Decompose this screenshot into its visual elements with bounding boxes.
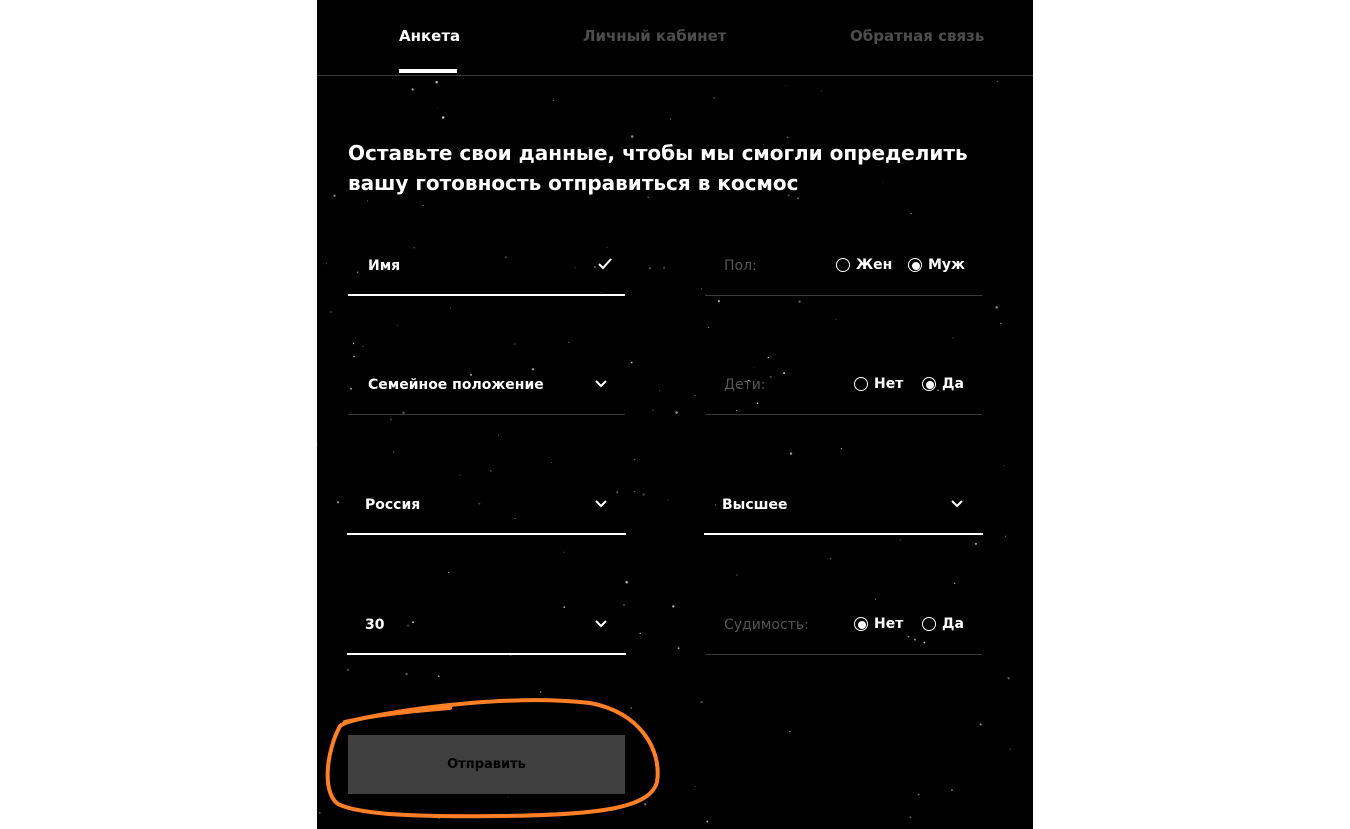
children-yes-label: Да	[942, 376, 964, 392]
education-value: Высшее	[722, 497, 788, 513]
marital-status-underline	[348, 414, 625, 415]
education-select[interactable]: Высшее	[704, 475, 983, 535]
tab-personal-account[interactable]: Личный кабинет	[583, 27, 726, 45]
name-field-underline	[348, 294, 625, 296]
chevron-down-icon	[595, 620, 607, 628]
tab-feedback[interactable]: Обратная связь	[850, 27, 984, 45]
submit-button[interactable]: Отправить	[348, 735, 625, 794]
children-field: Дети: Нет Да	[705, 355, 982, 415]
radio-checked-icon	[922, 377, 936, 391]
chevron-down-icon	[951, 500, 963, 508]
country-value: Россия	[365, 497, 421, 513]
marital-status-select[interactable]: Семейное положение	[348, 355, 625, 415]
children-underline	[705, 414, 982, 415]
criminal-record-label: Судимость:	[724, 617, 809, 633]
criminal-record-field: Судимость: Нет Да	[705, 595, 982, 655]
radio-unchecked-icon	[922, 617, 936, 631]
criminal-record-underline	[705, 654, 982, 655]
gender-female-label: Жен	[856, 257, 893, 273]
radio-checked-icon	[854, 617, 868, 631]
marital-status-value: Семейное положение	[368, 377, 544, 393]
tab-questionnaire[interactable]: Анкета	[399, 27, 460, 45]
gender-underline	[705, 295, 982, 296]
chevron-down-icon	[595, 380, 607, 388]
country-select[interactable]: Россия	[347, 475, 626, 535]
gender-male-label: Муж	[928, 257, 965, 273]
country-underline	[347, 533, 626, 535]
form-title: Оставьте свои данные, чтобы мы смогли оп…	[348, 141, 968, 195]
radio-checked-icon	[908, 258, 922, 272]
radio-unchecked-icon	[836, 258, 850, 272]
gender-label: Пол:	[724, 258, 757, 274]
gender-field: Пол: Жен Муж	[705, 236, 982, 296]
age-underline	[347, 653, 626, 655]
criminal-record-no-label: Нет	[874, 616, 904, 632]
active-tab-indicator	[399, 69, 457, 73]
criminal-record-yes-label: Да	[942, 616, 964, 632]
check-icon	[598, 258, 612, 270]
tab-bar: Анкета Личный кабинет Обратная связь	[317, 0, 1033, 76]
children-no-label: Нет	[874, 376, 904, 392]
children-label: Дети:	[724, 377, 766, 393]
education-underline	[704, 533, 983, 535]
name-field-value: Имя	[368, 258, 401, 274]
age-select[interactable]: 30	[347, 595, 626, 655]
age-value: 30	[365, 617, 385, 633]
form-panel: Анкета Личный кабинет Обратная связь Ост…	[317, 0, 1033, 829]
radio-unchecked-icon	[854, 377, 868, 391]
name-field[interactable]: Имя	[348, 236, 625, 296]
chevron-down-icon	[595, 500, 607, 508]
